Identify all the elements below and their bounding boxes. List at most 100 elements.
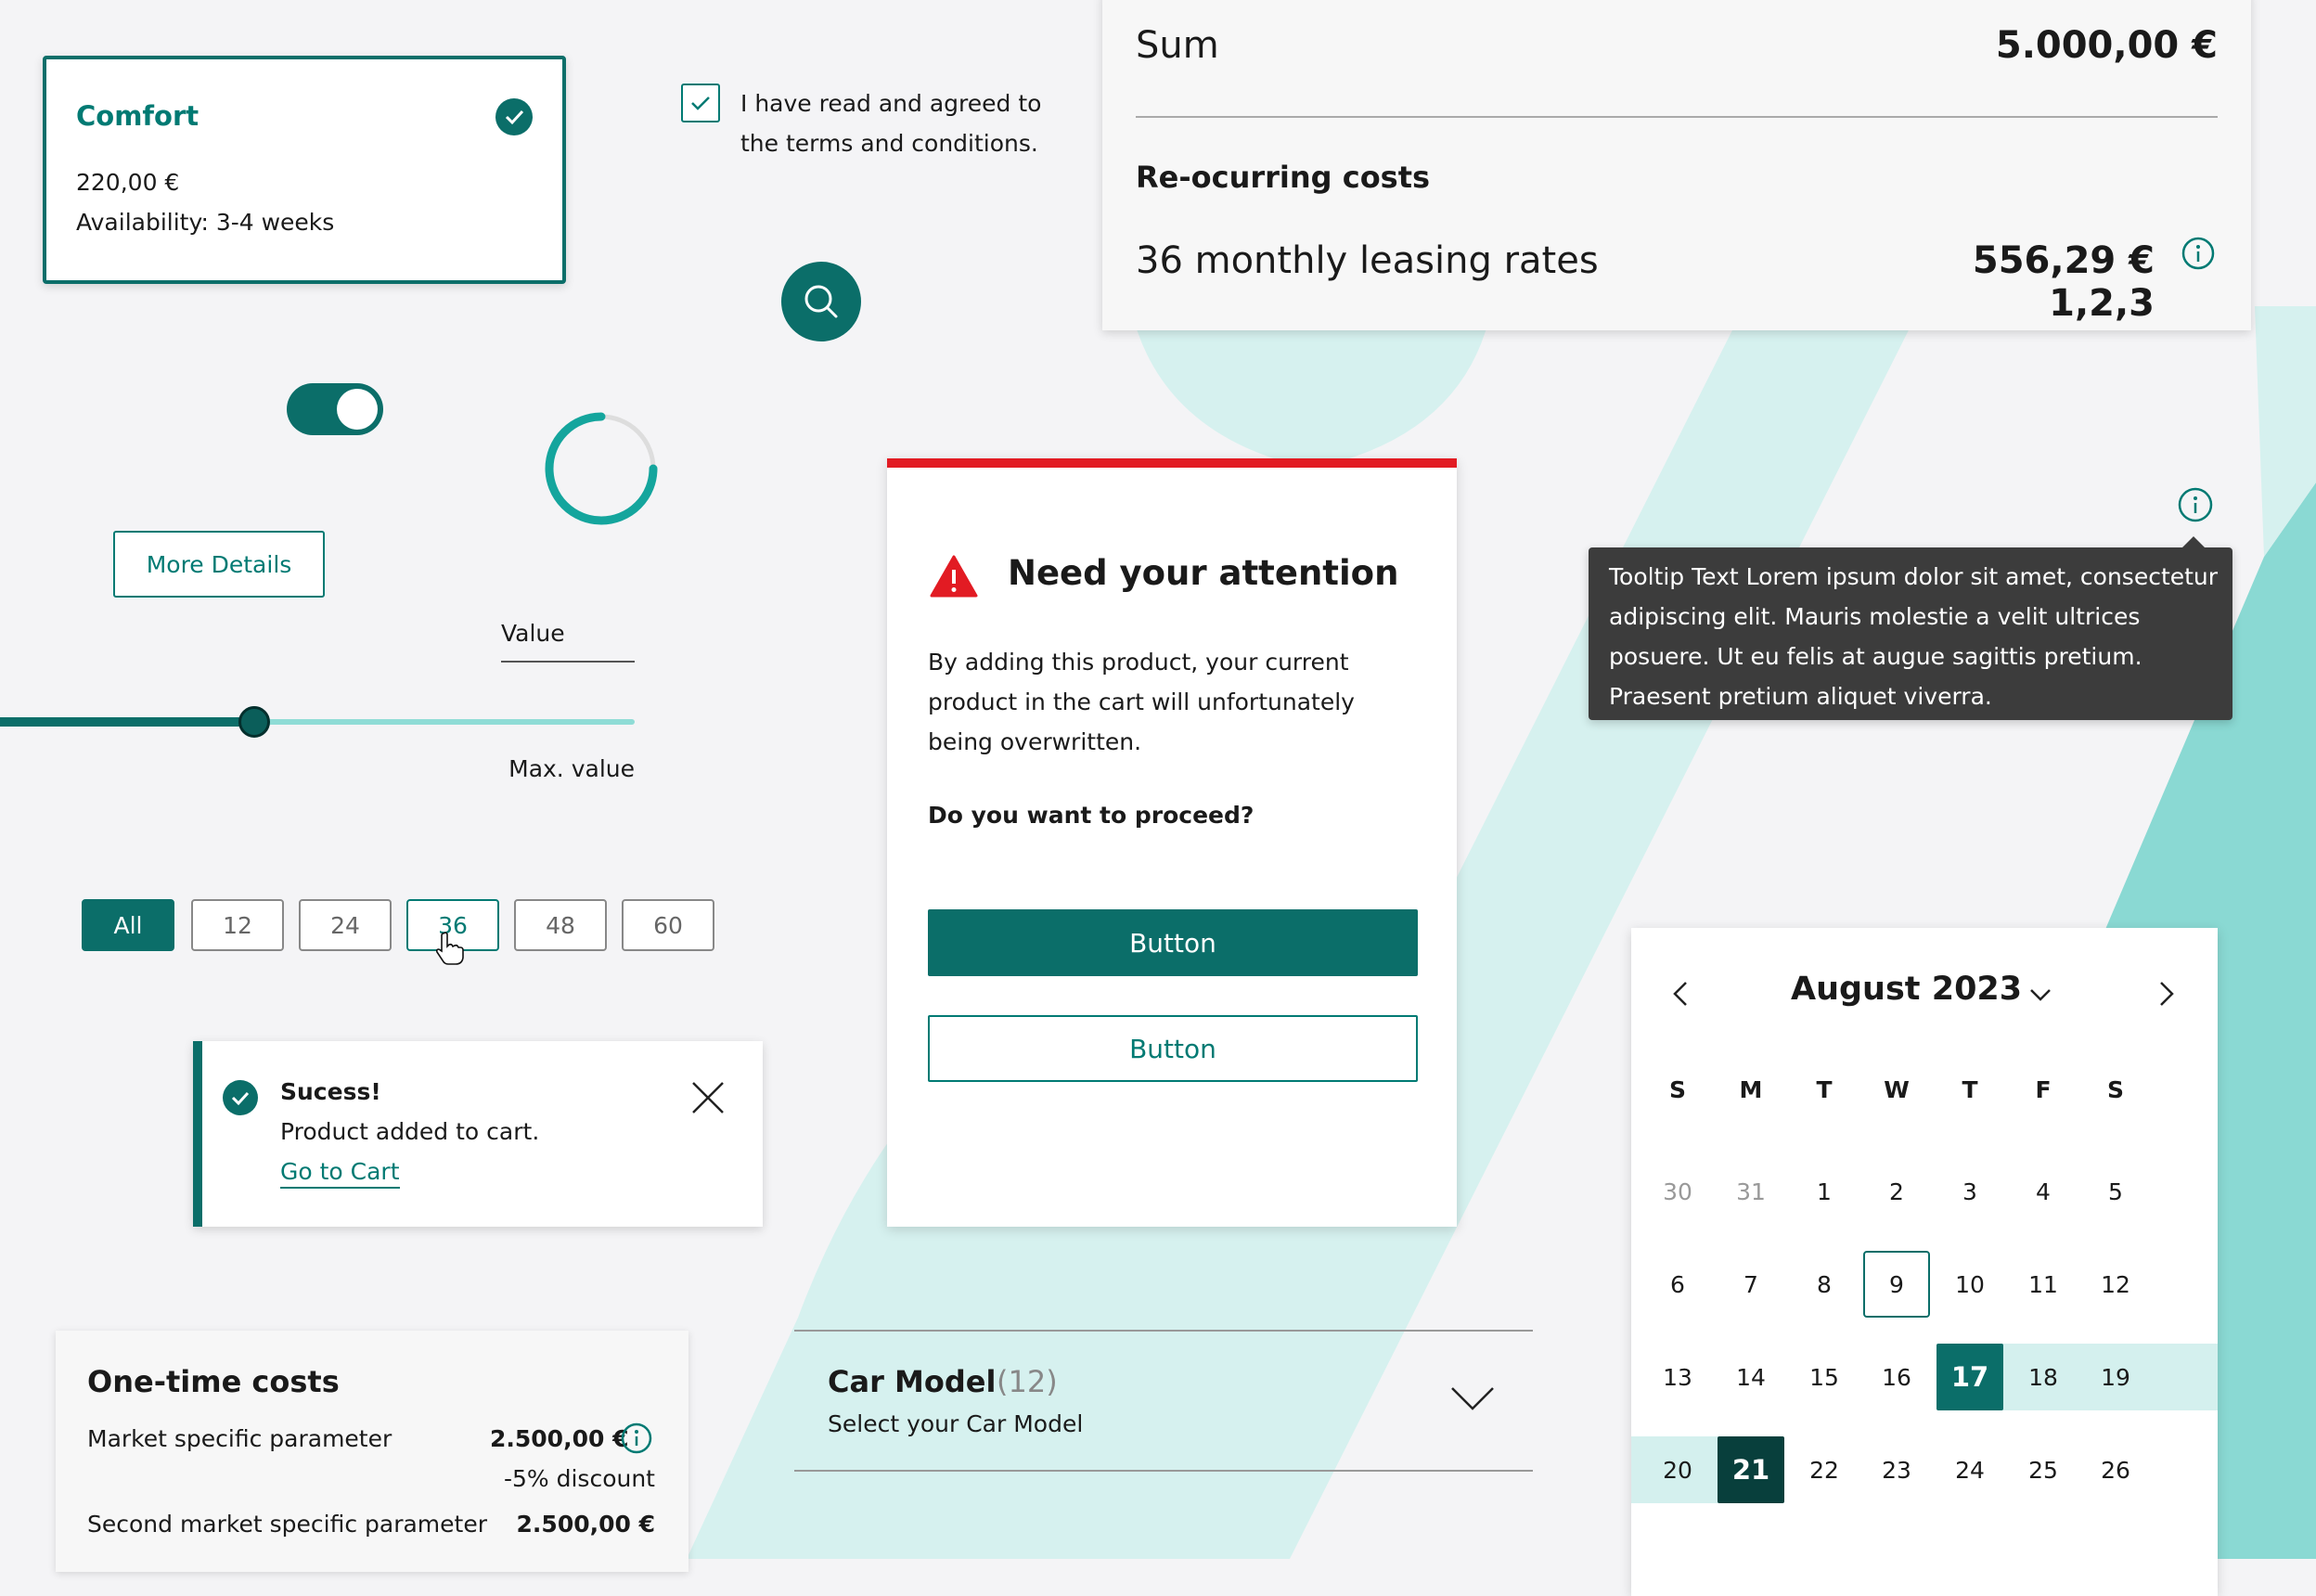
weekday-header: S: [2106, 1076, 2124, 1103]
calendar-day[interactable]: 17: [1936, 1344, 2003, 1410]
info-icon[interactable]: [2181, 236, 2216, 271]
calendar-day[interactable]: 19: [2082, 1344, 2149, 1410]
calendar-day[interactable]: 8: [1791, 1251, 1858, 1318]
calendar-day[interactable]: 25: [2010, 1436, 2077, 1503]
slider-fill: [0, 717, 254, 727]
toast-message: Product added to cart.: [280, 1118, 540, 1145]
weekday-header: S: [1668, 1076, 1686, 1103]
tooltip: Tooltip Text Lorem ipsum dolor sit amet,…: [1589, 536, 2232, 720]
calendar-month-label[interactable]: August 2023: [1791, 971, 2022, 1008]
accordion-count: (12): [997, 1364, 1058, 1399]
calendar-day[interactable]: 21: [1718, 1436, 1784, 1503]
calendar-day[interactable]: 4: [2010, 1158, 2077, 1225]
secondary-button[interactable]: Button: [928, 1015, 1418, 1082]
calendar-day[interactable]: 7: [1718, 1251, 1784, 1318]
monthly-rates-value: 556,29 € 1,2,3: [1972, 239, 2155, 325]
info-icon[interactable]: [620, 1422, 653, 1455]
cost-row-value: 2.500,00 €: [490, 1425, 629, 1452]
value-underline: [501, 661, 635, 663]
success-toast: Sucess! Product added to cart. Go to Car…: [193, 1041, 763, 1227]
weekday-header: T: [1962, 1076, 1978, 1103]
weekday-header: M: [1739, 1076, 1763, 1103]
slider-thumb[interactable]: [238, 706, 270, 738]
dialog-heading: Need your attention: [1008, 553, 1399, 593]
calendar-day[interactable]: 24: [1936, 1436, 2003, 1503]
divider: [1136, 116, 2218, 118]
check-circle-icon: [223, 1080, 258, 1115]
chevron-right-icon[interactable]: [2156, 980, 2177, 1008]
search-icon: [804, 285, 838, 318]
filter-chip-all[interactable]: All: [82, 899, 174, 951]
filter-chip-60[interactable]: 60: [622, 899, 714, 951]
chevron-down-icon[interactable]: [1449, 1384, 1496, 1412]
filter-chip-12[interactable]: 12: [191, 899, 284, 951]
one-time-costs-card: One-time costs Market specific parameter…: [56, 1331, 688, 1572]
warning-icon: [930, 555, 978, 598]
loading-spinner-icon: [545, 412, 658, 525]
calendar-day[interactable]: 9: [1863, 1251, 1930, 1318]
calendar-day[interactable]: 26: [2082, 1436, 2149, 1503]
checkmark-icon: [691, 97, 710, 110]
weekday-header: T: [1816, 1076, 1833, 1103]
calendar-day[interactable]: 22: [1791, 1436, 1858, 1503]
date-picker-calendar: August 2023 S M T W T F S 30 31 1 2 3 4 5 6 7 8 9 10 11 12 13…: [1631, 928, 2218, 1596]
calendar-day[interactable]: 12: [2082, 1251, 2149, 1318]
toast-accent-bar: [193, 1041, 202, 1227]
sum-label: Sum: [1136, 24, 1219, 67]
filter-chip-24[interactable]: 24: [299, 899, 392, 951]
toast-title: Sucess!: [280, 1078, 381, 1105]
calendar-day[interactable]: 18: [2010, 1344, 2077, 1410]
calendar-day[interactable]: 15: [1791, 1344, 1858, 1410]
attention-dialog: Need your attention By adding this produ…: [887, 458, 1457, 1227]
slider-max-label: Max. value: [508, 755, 635, 782]
search-button[interactable]: [781, 262, 861, 341]
calendar-day[interactable]: 5: [2082, 1158, 2149, 1225]
monthly-rates-label: 36 monthly leasing rates: [1136, 239, 1599, 282]
primary-button[interactable]: Button: [928, 909, 1418, 976]
dialog-body: By adding this product, your current pro…: [928, 649, 1355, 755]
tooltip-text: Tooltip Text Lorem ipsum dolor sit amet,…: [1609, 563, 2219, 710]
one-time-costs-heading: One-time costs: [87, 1364, 340, 1399]
calendar-day[interactable]: 3: [1936, 1158, 2003, 1225]
info-icon[interactable]: [2177, 486, 2214, 523]
more-details-button[interactable]: More Details: [113, 531, 325, 598]
cost-row-value: 2.500,00 €: [516, 1511, 655, 1538]
toggle-switch[interactable]: [287, 383, 383, 435]
dialog-question: Do you want to proceed?: [928, 802, 1254, 829]
chevron-left-icon[interactable]: [1670, 980, 1691, 1008]
comfort-option-card[interactable]: Comfort 220,00 € Availability: 3-4 weeks: [43, 56, 566, 284]
hand-cursor-icon: [435, 932, 464, 965]
card-title: Comfort: [76, 100, 199, 132]
calendar-day[interactable]: 1: [1791, 1158, 1858, 1225]
terms-label: I have read and agreed to the terms and …: [740, 90, 1042, 157]
calendar-day[interactable]: 30: [1644, 1158, 1711, 1225]
slider-value-label: Value: [501, 620, 565, 647]
calendar-day[interactable]: 11: [2010, 1251, 2077, 1318]
calendar-day[interactable]: 31: [1718, 1158, 1784, 1225]
calendar-day[interactable]: 2: [1863, 1158, 1930, 1225]
calendar-day[interactable]: 14: [1718, 1344, 1784, 1410]
accordion-title[interactable]: Car Model: [828, 1364, 996, 1399]
toggle-knob: [337, 389, 378, 430]
close-icon[interactable]: [690, 1080, 726, 1115]
accordion-subtitle: Select your Car Model: [828, 1410, 1084, 1437]
go-to-cart-link[interactable]: Go to Cart: [280, 1158, 400, 1189]
calendar-day[interactable]: 23: [1863, 1436, 1930, 1503]
weekday-header: W: [1884, 1076, 1910, 1103]
recurring-costs-heading: Re-ocurring costs: [1136, 160, 1431, 195]
calendar-day[interactable]: 13: [1644, 1344, 1711, 1410]
accordion-top-border: [794, 1330, 1533, 1332]
tooltip-arrow: [2182, 536, 2205, 547]
terms-checkbox[interactable]: [681, 84, 720, 122]
weekday-header: F: [2035, 1076, 2052, 1103]
check-circle-icon: [495, 98, 533, 135]
discount-label: -5% discount: [503, 1465, 655, 1492]
calendar-day[interactable]: 20: [1644, 1436, 1711, 1503]
calendar-day[interactable]: 16: [1863, 1344, 1930, 1410]
card-availability: Availability: 3-4 weeks: [76, 209, 335, 236]
filter-chip-48[interactable]: 48: [514, 899, 607, 951]
card-price: 220,00 €: [76, 169, 180, 196]
calendar-day[interactable]: 6: [1644, 1251, 1711, 1318]
chevron-down-icon[interactable]: [2028, 987, 2052, 1002]
calendar-day[interactable]: 10: [1936, 1251, 2003, 1318]
